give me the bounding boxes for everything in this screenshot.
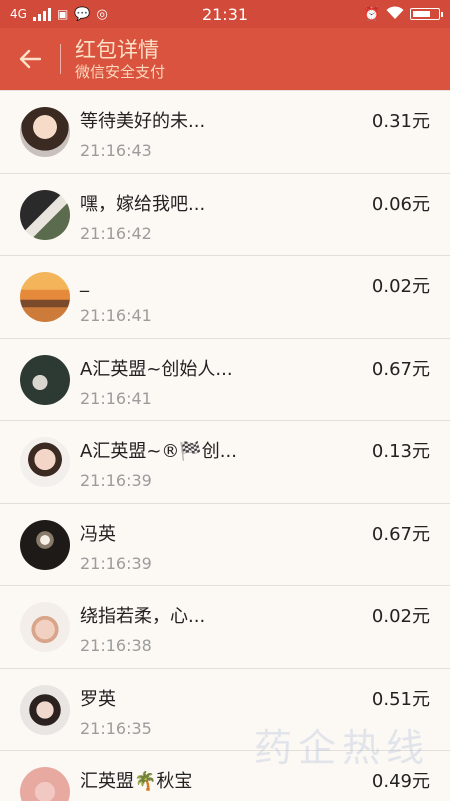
back-arrow-icon — [19, 49, 41, 69]
watermark-text: 药企热线 — [253, 726, 430, 770]
page-subtitle: 微信安全支付 — [75, 62, 166, 81]
record-time: 21:16:35 — [80, 718, 152, 738]
record-row[interactable]: A汇英盟~创始人... 21:16:41 0.67元 — [0, 339, 450, 421]
record-amount: 0.13元 — [371, 441, 430, 462]
record-name: A汇英盟~创始人... — [80, 358, 233, 380]
record-row[interactable]: 嘿，嫁给我吧... 21:16:42 0.06元 — [0, 174, 450, 256]
record-time: 21:16:41 — [80, 306, 152, 325]
record-time: 21:16:38 — [80, 636, 152, 655]
record-time: 21:16:42 — [80, 223, 152, 243]
record-row[interactable]: A汇英盟~®🏁创... 21:16:39 0.13元 — [0, 421, 450, 504]
record-amount: 0.02元 — [371, 606, 430, 627]
record-amount: 0.06元 — [371, 193, 430, 215]
avatar — [20, 602, 70, 652]
avatar — [20, 107, 70, 157]
status-bar: 4G ▣ 💬 ◎ 21:31 ⏰ — [0, 0, 450, 28]
record-name: 等待美好的未... — [80, 111, 206, 132]
record-amount: 0.67元 — [371, 523, 430, 545]
record-row[interactable]: 等待美好的未... 21:16:43 0.31元 — [0, 91, 450, 174]
avatar — [20, 272, 70, 322]
record-name: A汇英盟~®🏁创... — [80, 441, 237, 462]
record-amount: 0.51元 — [371, 688, 430, 710]
record-amount: 0.67元 — [371, 358, 430, 380]
page-title: 红包详情 — [75, 37, 159, 62]
record-time: 21:16:39 — [80, 553, 152, 573]
record-name: 冯英 — [80, 523, 116, 545]
record-name: _ — [80, 272, 89, 293]
record-time: 21:16:41 — [80, 388, 152, 408]
avatar — [20, 767, 70, 801]
record-name: 罗英 — [80, 688, 116, 710]
avatar — [20, 354, 70, 405]
battery-icon — [410, 8, 443, 20]
record-name: 汇英盟🌴秋宝 — [80, 771, 193, 792]
clock: 21:31 — [201, 4, 249, 24]
avatar — [20, 684, 70, 735]
record-time: 21:16:39 — [80, 471, 152, 490]
back-button[interactable] — [0, 28, 60, 90]
record-row[interactable]: _ 21:16:41 0.02元 — [0, 256, 450, 339]
record-time: 21:16:43 — [80, 141, 152, 160]
avatar — [20, 519, 70, 570]
record-name: 嘿，嫁给我吧... — [80, 193, 206, 215]
title-block: 红包详情 微信安全支付 — [75, 37, 165, 82]
record-amount: 0.02元 — [371, 276, 430, 297]
record-row[interactable]: 绕指若柔，心... 21:16:38 0.02元 — [0, 586, 450, 669]
record-name: 绕指若柔，心... — [80, 606, 206, 627]
header-divider — [60, 44, 61, 74]
avatar — [20, 189, 70, 240]
header-bar: 红包详情 微信安全支付 — [0, 28, 450, 90]
avatar — [20, 437, 70, 487]
record-amount: 0.31元 — [371, 111, 430, 132]
record-row[interactable]: 冯英 21:16:39 0.67元 — [0, 504, 450, 586]
red-packet-record-list[interactable]: 等待美好的未... 21:16:43 0.31元 嘿，嫁给我吧... 21:16… — [0, 90, 450, 801]
